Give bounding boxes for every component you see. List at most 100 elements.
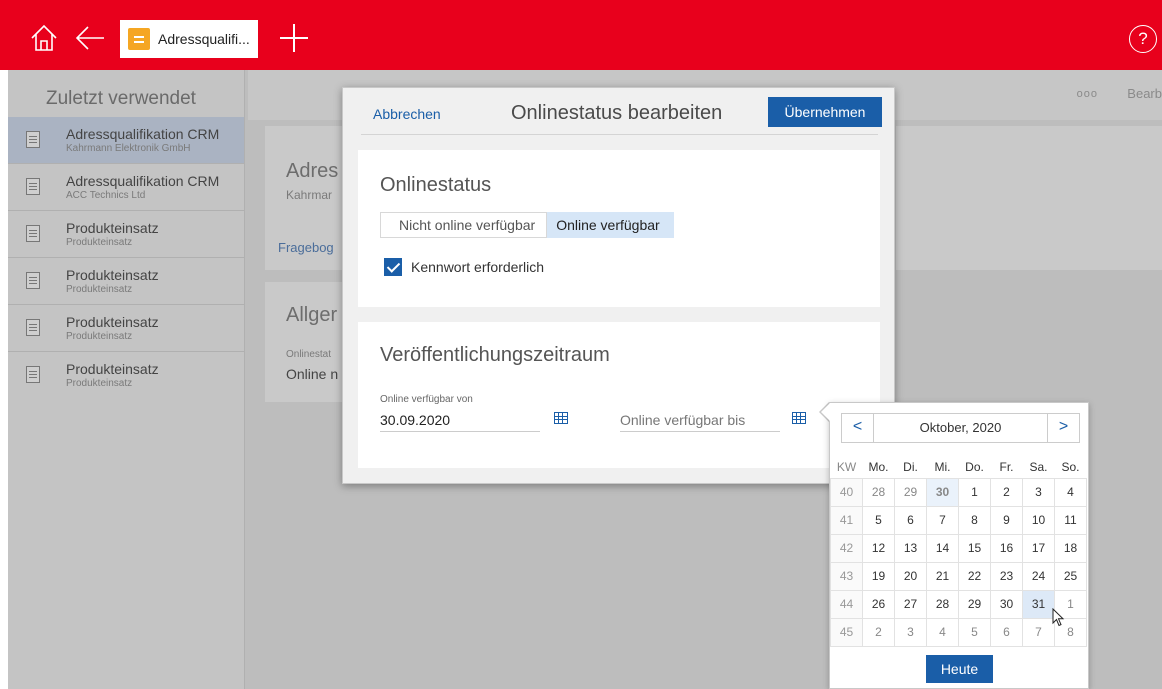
calendar-day[interactable]: 31 xyxy=(1022,589,1055,619)
recent-item[interactable]: Produkteinsatz Produkteinsatz xyxy=(8,352,244,399)
calendar-day[interactable]: 4 xyxy=(1054,477,1087,507)
weekday-label: Di. xyxy=(903,459,918,474)
calendar-day[interactable]: 4 xyxy=(926,617,959,647)
calendar-day[interactable]: 8 xyxy=(958,505,991,535)
previous-month-button[interactable]: < xyxy=(842,414,874,442)
questionnaire-link[interactable]: Fragebog xyxy=(278,240,334,255)
form-icon xyxy=(26,178,40,195)
calendar-day[interactable]: 29 xyxy=(894,477,927,507)
calendar-day[interactable]: 10 xyxy=(1022,505,1055,535)
calendar-day[interactable]: 30 xyxy=(990,589,1023,619)
calendar-day[interactable]: 28 xyxy=(926,589,959,619)
checkbox-label: Kennwort erforderlich xyxy=(411,259,545,275)
document-icon xyxy=(128,28,150,50)
card-heading: Allger xyxy=(286,304,338,326)
calendar-day[interactable]: 21 xyxy=(926,561,959,591)
help-icon[interactable]: ? xyxy=(1129,25,1157,53)
calendar-day[interactable]: 5 xyxy=(862,505,895,535)
calendar-day[interactable]: 2 xyxy=(862,617,895,647)
mouse-cursor-icon xyxy=(1052,608,1065,627)
calendar-day[interactable]: 7 xyxy=(1022,617,1055,647)
recent-item[interactable]: Produkteinsatz Produkteinsatz xyxy=(8,305,244,352)
calendar-week-row: 45 2 3 4 5 6 7 8 xyxy=(830,617,1087,647)
calendar-day[interactable]: 29 xyxy=(958,589,991,619)
weekday-label: So. xyxy=(1061,459,1080,474)
weekday-label: Mi. xyxy=(934,459,951,474)
recent-item[interactable]: Produkteinsatz Produkteinsatz xyxy=(8,211,244,258)
calendar-day[interactable]: 18 xyxy=(1054,533,1087,563)
weekday-label: Mo. xyxy=(868,459,889,474)
calendar-grid: KW Mo. Di. Mi. Do. Fr. Sa. So. 40 28 29 30 1… xyxy=(830,456,1087,647)
calendar-day[interactable]: 16 xyxy=(990,533,1023,563)
form-icon xyxy=(26,225,40,242)
calendar-day[interactable]: 1 xyxy=(958,477,991,507)
calendar-day[interactable]: 26 xyxy=(862,589,895,619)
calendar-day[interactable]: 15 xyxy=(958,533,991,563)
recent-item[interactable]: Adressqualifikation CRM Kahrmann Elektro… xyxy=(8,117,244,164)
tab-adressqualifikation[interactable]: Adressqualifi... xyxy=(120,20,258,58)
calendar-day[interactable]: 30 xyxy=(926,477,959,507)
online-status-section: Onlinestatus Nicht online verfügbar Onli… xyxy=(358,150,880,307)
calendar-day[interactable]: 9 xyxy=(990,505,1023,535)
back-arrow-icon[interactable] xyxy=(74,22,106,54)
calendar-day[interactable]: 25 xyxy=(1054,561,1087,591)
cancel-button[interactable]: Abbrechen xyxy=(373,106,441,122)
tab-label: Adressqualifi... xyxy=(158,31,250,47)
weekday-label: Sa. xyxy=(1029,459,1048,474)
calendar-icon[interactable] xyxy=(792,412,806,424)
calendar-day[interactable]: 12 xyxy=(862,533,895,563)
form-icon xyxy=(26,131,40,148)
online-status-toggle: Nicht online verfügbar Online verfügbar xyxy=(380,212,674,238)
today-button[interactable]: Heute xyxy=(926,655,993,683)
calendar-day[interactable]: 17 xyxy=(1022,533,1055,563)
calendar-day[interactable]: 14 xyxy=(926,533,959,563)
calendar-day[interactable]: 6 xyxy=(894,505,927,535)
calendar-day[interactable]: 22 xyxy=(958,561,991,591)
online-status-dialog: Abbrechen Onlinestatus bearbeiten Überne… xyxy=(342,87,895,484)
sidebar-title: Zuletzt verwendet xyxy=(46,88,196,109)
calendar-day[interactable]: 24 xyxy=(1022,561,1055,591)
more-icon[interactable]: ooo xyxy=(1077,88,1098,100)
add-tab-icon[interactable] xyxy=(280,24,308,52)
calendar-day[interactable]: 2 xyxy=(990,477,1023,507)
calendar-day[interactable]: 20 xyxy=(894,561,927,591)
popup-pointer-fill xyxy=(821,403,830,421)
calendar-day[interactable]: 3 xyxy=(894,617,927,647)
week-number: 45 xyxy=(830,617,863,647)
card-subtitle: Kahrmar xyxy=(286,188,333,202)
calendar-day[interactable]: 13 xyxy=(894,533,927,563)
calendar-day[interactable]: 28 xyxy=(862,477,895,507)
home-icon[interactable] xyxy=(28,22,60,54)
calendar-day[interactable]: 27 xyxy=(894,589,927,619)
month-navigation: < Oktober, 2020 > xyxy=(841,413,1080,443)
calendar-day[interactable]: 5 xyxy=(958,617,991,647)
recent-item[interactable]: Produkteinsatz Produkteinsatz xyxy=(8,258,244,305)
password-required-checkbox[interactable] xyxy=(384,258,402,276)
to-date-field[interactable]: Online verfügbar bis xyxy=(620,408,780,432)
next-month-button[interactable]: > xyxy=(1047,414,1079,442)
calendar-day[interactable]: 7 xyxy=(926,505,959,535)
calendar-day[interactable]: 11 xyxy=(1054,505,1087,535)
sidebar-recent: Zuletzt verwendet Adressqualifikation CR… xyxy=(8,70,245,689)
apply-button[interactable]: Übernehmen xyxy=(768,97,882,127)
calendar-day[interactable]: 3 xyxy=(1022,477,1055,507)
week-number: 44 xyxy=(830,589,863,619)
calendar-icon[interactable] xyxy=(554,412,568,424)
section-title: Onlinestatus xyxy=(380,174,492,196)
divider xyxy=(361,134,878,135)
segment-online[interactable]: Online verfügbar xyxy=(547,212,674,238)
calendar-day[interactable]: 19 xyxy=(862,561,895,591)
edit-action[interactable]: Bearb xyxy=(1127,86,1162,101)
weekday-header: KW Mo. Di. Mi. Do. Fr. Sa. So. xyxy=(831,456,1087,478)
recent-item[interactable]: Adressqualifikation CRM ACC Technics Ltd xyxy=(8,164,244,211)
title-bar: Adressqualifi... ? xyxy=(0,0,1162,70)
calendar-day[interactable]: 6 xyxy=(990,617,1023,647)
segment-not-online[interactable]: Nicht online verfügbar xyxy=(380,212,548,238)
from-date-field[interactable]: 30.09.2020 xyxy=(380,408,540,432)
from-label: Online verfügbar von xyxy=(380,394,473,405)
week-number-header: KW xyxy=(836,459,857,474)
calendar-week-row: 41 5 6 7 8 9 10 11 xyxy=(830,505,1087,535)
calendar-week-row: 43 19 20 21 22 23 24 25 xyxy=(830,561,1087,591)
weekday-label: Fr. xyxy=(999,459,1014,474)
calendar-day[interactable]: 23 xyxy=(990,561,1023,591)
